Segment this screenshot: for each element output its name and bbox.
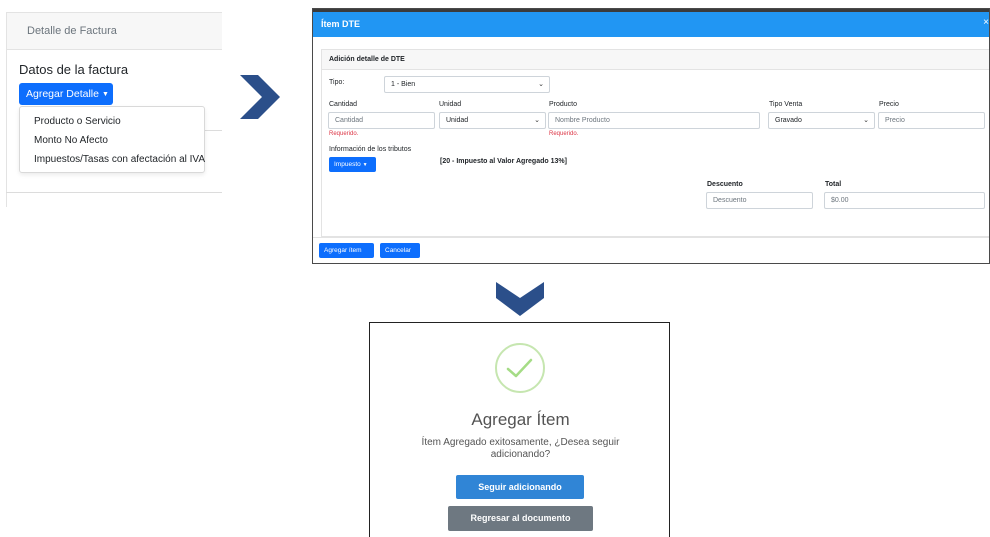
check-icon	[506, 358, 533, 378]
chevron-down-icon: ⌄	[863, 117, 869, 124]
tipo-select[interactable]: 1 - Bien ⌄	[384, 76, 550, 93]
descuento-input[interactable]: Descuento	[706, 192, 813, 209]
producto-placeholder: Nombre Producto	[555, 117, 610, 124]
producto-label: Producto	[549, 101, 578, 108]
total-label: Total	[825, 181, 842, 188]
invoice-card-header-title: Detalle de Factura	[27, 25, 117, 37]
continue-adding-button[interactable]: Seguir adicionando	[456, 475, 584, 499]
dialog-title: Agregar Ítem	[471, 410, 570, 429]
cantidad-placeholder: Cantidad	[335, 117, 364, 124]
modal-footer-divider	[313, 237, 989, 238]
card-border	[6, 50, 7, 207]
add-detail-dropdown-menu: Producto o Servicio Monto No Afecto Impu…	[19, 106, 205, 173]
precio-input[interactable]: Precio	[878, 112, 985, 129]
unidad-label: Unidad	[439, 101, 462, 108]
producto-input[interactable]: Nombre Producto	[548, 112, 760, 129]
add-item-button-label: Agregar ítem	[324, 247, 362, 254]
tributo-text: [20 - Impuesto al Valor Agregado 13%]	[440, 158, 567, 165]
caret-down-icon: ▼	[101, 91, 109, 98]
tipo-venta-select-value: Gravado	[775, 117, 802, 124]
dialog-message: Ítem Agregado exitosamente, ¿Desea segui…	[421, 437, 620, 460]
cancel-button[interactable]: Cancelar	[380, 243, 420, 258]
producto-error: Requerido.	[549, 131, 579, 137]
invoice-section-title: Datos de la factura	[19, 62, 129, 77]
total-field: $0.00	[824, 192, 985, 209]
impuesto-button-label: Impuesto	[334, 161, 361, 168]
descuento-placeholder: Descuento	[713, 197, 747, 204]
cancel-button-label: Cancelar	[385, 247, 412, 254]
unidad-select[interactable]: Unidad ⌄	[439, 112, 546, 129]
chevron-down-icon	[496, 282, 544, 316]
invoice-detail-panel: Detalle de Factura Datos de la factura A…	[6, 12, 222, 207]
tributos-label: Información de los tributos	[329, 146, 412, 153]
precio-label: Precio	[879, 101, 899, 108]
tipo-select-value: 1 - Bien	[391, 81, 416, 88]
total-value: $0.00	[831, 197, 849, 204]
unidad-select-value: Unidad	[446, 117, 469, 124]
cantidad-error: Requerido.	[329, 131, 359, 137]
close-icon[interactable]: ×	[983, 17, 989, 28]
invoice-card-header: Detalle de Factura	[6, 12, 222, 50]
precio-placeholder: Precio	[885, 117, 905, 124]
tipo-venta-select[interactable]: Gravado ⌄	[768, 112, 875, 129]
chevron-down-icon: ⌄	[538, 81, 544, 88]
item-detail-card-header: Adición detalle de DTE	[322, 50, 989, 70]
menu-item-monto-no-afecto[interactable]: Monto No Afecto	[34, 135, 108, 146]
item-dte-modal: Ítem DTE × Adición detalle de DTE Tipo: …	[312, 8, 990, 264]
impuesto-button[interactable]: Impuesto ▼	[329, 157, 376, 172]
add-detail-button-label: Agregar Detalle	[26, 88, 99, 100]
tipo-label: Tipo:	[329, 79, 345, 86]
cantidad-input[interactable]: Cantidad	[328, 112, 435, 129]
descuento-label: Descuento	[707, 181, 743, 188]
menu-item-producto-servicio[interactable]: Producto o Servicio	[34, 116, 121, 127]
menu-item-impuestos-tasas[interactable]: Impuestos/Tasas con afectación al IVA	[34, 154, 205, 165]
chevron-right-icon	[240, 75, 280, 119]
caret-down-icon: ▼	[362, 162, 368, 168]
modal-header: Ítem DTE ×	[313, 12, 989, 37]
chevron-down-icon: ⌄	[534, 117, 540, 124]
back-to-document-button[interactable]: Regresar al documento	[448, 506, 593, 531]
add-item-button[interactable]: Agregar ítem	[319, 243, 374, 258]
item-detail-card-title: Adición detalle de DTE	[329, 56, 405, 63]
add-detail-button[interactable]: Agregar Detalle ▼	[19, 83, 113, 105]
cantidad-label: Cantidad	[329, 101, 358, 108]
modal-title: Ítem DTE	[321, 19, 361, 29]
tipo-venta-label: Tipo Venta	[769, 101, 803, 108]
divider	[6, 192, 222, 193]
success-dialog: Agregar Ítem Ítem Agregado exitosamente,…	[369, 322, 670, 537]
success-circle	[495, 343, 545, 393]
